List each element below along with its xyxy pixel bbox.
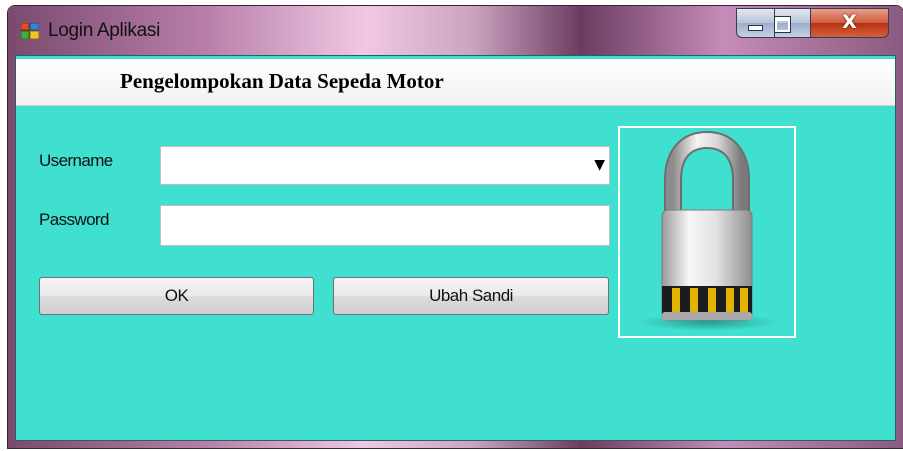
header-panel: Pengelompokan Data Sepeda Motor — [16, 59, 895, 106]
change-password-button[interactable]: Ubah Sandi — [333, 277, 609, 315]
lock-image-box — [618, 126, 796, 338]
username-combobox[interactable]: ▼ — [160, 146, 610, 185]
maximize-icon — [774, 16, 791, 33]
form-client-area: Pengelompokan Data Sepeda Motor Username… — [15, 55, 896, 441]
page-title: Pengelompokan Data Sepeda Motor — [120, 69, 444, 93]
password-label: Password — [39, 210, 109, 229]
password-field[interactable] — [160, 205, 610, 246]
chevron-down-icon[interactable]: ▼ — [594, 157, 605, 173]
padlock-icon — [638, 130, 778, 331]
username-label: Username — [39, 151, 113, 170]
title-bar[interactable]: Login Aplikasi X — [8, 6, 903, 54]
window-title: Login Aplikasi — [48, 20, 160, 41]
maximize-button[interactable] — [774, 8, 811, 38]
close-button[interactable]: X — [810, 8, 889, 38]
close-icon: X — [842, 11, 857, 33]
windows-form-icon — [21, 23, 39, 39]
minimize-icon — [748, 25, 763, 31]
login-window: Login Aplikasi X Pengelompokan Data Sepe… — [8, 6, 903, 448]
ok-button[interactable]: OK — [39, 277, 314, 315]
minimize-button[interactable] — [736, 8, 775, 38]
